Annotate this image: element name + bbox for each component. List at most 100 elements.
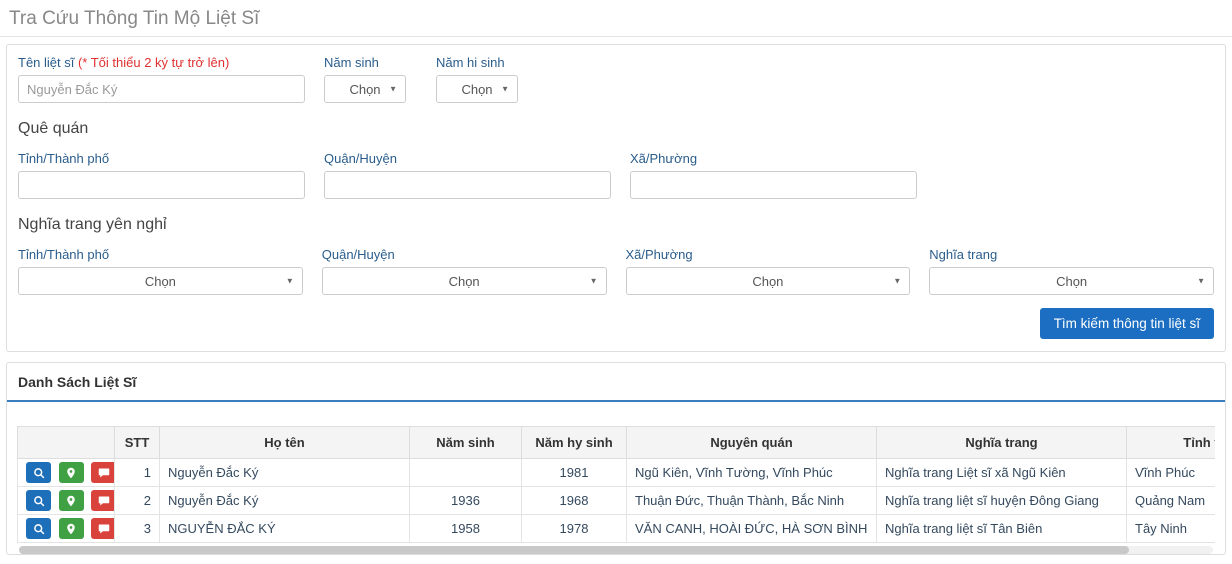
cell-origin: Ngũ Kiên, Vĩnh Tường, Vĩnh Phúc [626, 458, 877, 487]
cemetery-district-label: Quận/Huyện [321, 247, 395, 262]
cell-cemetery: Nghĩa trang Liệt sĩ xã Ngũ Kiên [876, 458, 1127, 487]
cell-name: Nguyễn Đắc Ký [159, 458, 410, 487]
cemetery-name-select-value: Chọn [1056, 273, 1088, 289]
col-header-origin: Nguyên quán [626, 426, 877, 459]
table-row: 3 NGUYỄN ĐẮC KÝ 1958 1978 VĂN CANH, HOÀI… [17, 514, 1215, 543]
birth-year-select[interactable]: Chọn ▼ [324, 75, 406, 103]
col-header-actions [17, 426, 115, 459]
cemetery-province-select[interactable]: Chọn ▼ [18, 267, 303, 295]
table-row: 1 Nguyễn Đắc Ký 1981 Ngũ Kiên, Vĩnh Tườn… [17, 458, 1215, 487]
cemetery-name-group: Nghĩa trang Chọn ▼ [929, 247, 1214, 295]
chevron-down-icon: ▼ [285, 276, 294, 286]
page-title: Tra Cứu Thông Tin Mộ Liệt Sĩ [9, 8, 260, 29]
horizontal-scrollbar[interactable] [19, 546, 1213, 554]
cell-birth-year [409, 458, 522, 487]
table-header-row: STT Họ tên Năm sinh Năm hy sinh Nguyên q… [17, 426, 1215, 459]
chevron-down-icon: ▼ [893, 276, 902, 286]
results-panel: Danh Sách Liệt Sĩ STT Họ tên Năm sinh Nă… [6, 362, 1226, 555]
cemetery-ward-label: Xã/Phường [625, 247, 693, 262]
col-header-birth-year: Năm sinh [409, 426, 522, 459]
hometown-ward-input[interactable] [630, 171, 917, 199]
map-location-button[interactable] [58, 490, 84, 511]
cell-origin: Thuận Đức, Thuận Thành, Bắc Ninh [626, 486, 877, 515]
hometown-district-input[interactable] [324, 171, 611, 199]
cemetery-province-label: Tỉnh/Thành phố [18, 247, 110, 262]
chevron-down-icon: ▼ [389, 84, 397, 94]
location-pin-icon [67, 467, 75, 478]
search-icon [33, 523, 44, 534]
hometown-province-label: Tỉnh/Thành phố [18, 151, 110, 166]
cell-province: Quảng Nam [1126, 486, 1215, 515]
birth-year-group: Năm sinh Chọn ▼ [324, 55, 406, 103]
cemetery-section-title: Nghĩa trang yên nghỉ [18, 216, 167, 233]
col-header-stt: STT [114, 426, 160, 459]
chevron-down-icon: ▼ [1197, 276, 1205, 286]
hometown-row: Tỉnh/Thành phố Quận/Huyện Xã/Phường [18, 151, 1214, 199]
col-header-death-year: Năm hy sinh [521, 426, 627, 459]
map-location-button[interactable] [58, 518, 84, 539]
cemetery-ward-select-value: Chọn [752, 273, 784, 289]
cemetery-province-select-value: Chọn [144, 273, 176, 289]
cell-birth-year: 1958 [409, 514, 522, 543]
hometown-district-label: Quận/Huyện [324, 151, 397, 166]
search-button[interactable]: Tìm kiếm thông tin liệt sĩ [1039, 308, 1214, 339]
death-year-label: Năm hi sinh [436, 55, 505, 70]
name-year-row: Tên liệt sĩ (* Tối thiểu 2 ký tự trở lên… [18, 55, 1214, 103]
search-button-row: Tìm kiếm thông tin liệt sĩ [18, 308, 1214, 339]
cell-province: Tây Ninh [1126, 514, 1215, 543]
cell-death-year: 1981 [521, 458, 627, 487]
chevron-down-icon: ▼ [501, 84, 509, 94]
martyr-name-label-text: Tên liệt sĩ [18, 55, 78, 70]
hometown-province-input[interactable] [18, 171, 305, 199]
cell-stt: 3 [114, 514, 160, 543]
cell-stt: 1 [114, 458, 160, 487]
cemetery-province-group: Tỉnh/Thành phố Chọn ▼ [18, 247, 303, 295]
table-row: 2 Nguyễn Đắc Ký 1936 1968 Thuận Đức, Thu… [17, 486, 1215, 515]
feedback-button[interactable] [91, 490, 114, 511]
feedback-button[interactable] [91, 518, 114, 539]
cell-actions [17, 486, 115, 515]
results-table-container: STT Họ tên Năm sinh Năm hy sinh Nguyên q… [17, 426, 1215, 543]
cemetery-name-label: Nghĩa trang [929, 247, 998, 262]
search-form-panel: Tên liệt sĩ (* Tối thiểu 2 ký tự trở lên… [6, 44, 1226, 352]
view-detail-button[interactable] [26, 490, 51, 511]
search-icon [33, 467, 44, 478]
cemetery-ward-select[interactable]: Chọn ▼ [625, 267, 911, 295]
comment-icon [98, 468, 109, 477]
hometown-ward-group: Xã/Phường [630, 151, 917, 199]
cemetery-district-select[interactable]: Chọn ▼ [321, 267, 607, 295]
death-year-select[interactable]: Chọn ▼ [436, 75, 518, 103]
cell-birth-year: 1936 [409, 486, 522, 515]
cell-actions [17, 458, 115, 487]
cemetery-district-group: Quận/Huyện Chọn ▼ [321, 247, 607, 295]
cemetery-ward-group: Xã/Phường Chọn ▼ [625, 247, 911, 295]
martyr-name-input[interactable] [18, 75, 305, 103]
results-table-body: 1 Nguyễn Đắc Ký 1981 Ngũ Kiên, Vĩnh Tườn… [17, 458, 1215, 543]
cell-origin: VĂN CANH, HOÀI ĐỨC, HÀ SƠN BÌNH [626, 514, 877, 543]
view-detail-button[interactable] [26, 518, 51, 539]
birth-year-select-value: Chọn [349, 81, 381, 97]
results-body: STT Họ tên Năm sinh Năm hy sinh Nguyên q… [7, 402, 1225, 554]
view-detail-button[interactable] [26, 462, 51, 483]
hometown-ward-label: Xã/Phường [630, 151, 698, 166]
cell-cemetery: Nghĩa trang liệt sĩ huyện Đông Giang [876, 486, 1127, 515]
col-header-province: Tỉnh thành [1126, 426, 1215, 459]
feedback-button[interactable] [91, 462, 114, 483]
martyr-name-required-hint: (* Tối thiểu 2 ký tự trở lên) [77, 55, 230, 70]
horizontal-scrollbar-thumb[interactable] [19, 546, 1130, 554]
cell-cemetery: Nghĩa trang liệt sĩ Tân Biên [876, 514, 1127, 543]
cell-death-year: 1978 [521, 514, 627, 543]
comment-icon [98, 524, 109, 533]
col-header-cemetery: Nghĩa trang [876, 426, 1127, 459]
title-divider [0, 36, 1232, 37]
comment-icon [98, 496, 109, 505]
cemetery-name-select[interactable]: Chọn ▼ [929, 267, 1214, 295]
death-year-group: Năm hi sinh Chọn ▼ [436, 55, 518, 103]
cell-actions [17, 514, 115, 543]
col-header-name: Họ tên [159, 426, 410, 459]
location-pin-icon [67, 495, 75, 506]
results-table: STT Họ tên Năm sinh Năm hy sinh Nguyên q… [17, 426, 1215, 543]
cemetery-district-select-value: Chọn [448, 273, 480, 289]
results-panel-title: Danh Sách Liệt Sĩ [7, 363, 1225, 402]
map-location-button[interactable] [58, 462, 84, 483]
